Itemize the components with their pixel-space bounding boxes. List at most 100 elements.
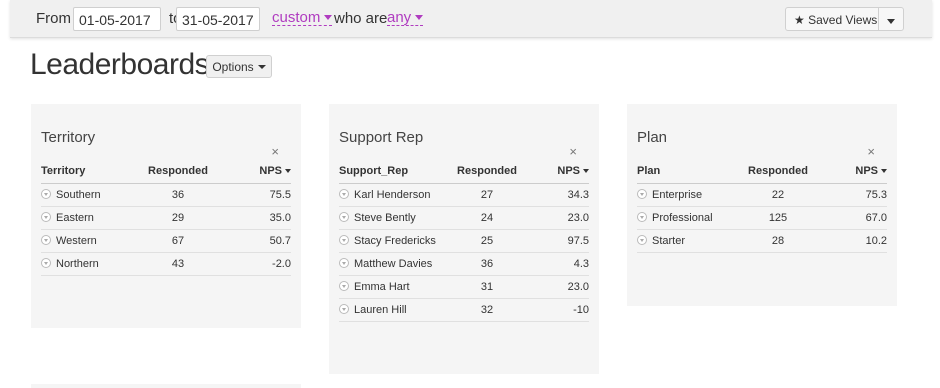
- row-nps: 34.3: [525, 183, 589, 207]
- table-row[interactable]: Karl Henderson 27 34.3: [339, 183, 589, 207]
- who-label: who are: [334, 10, 388, 27]
- row-nps: 23.0: [525, 206, 589, 230]
- column-header-label: NPS: [259, 165, 282, 178]
- panel-title: Plan: [637, 129, 668, 146]
- row-nps: 75.5: [223, 183, 291, 207]
- leaderboard-panel-plan: Plan × Plan Responded NPS Enterprise 22 75…: [627, 104, 897, 306]
- table-row[interactable]: Steve Bently 24 23.0: [339, 206, 589, 230]
- close-icon[interactable]: ×: [569, 144, 577, 159]
- table-row[interactable]: Western 67 50.7: [41, 229, 291, 253]
- row-responded: 36: [449, 252, 525, 276]
- table-row[interactable]: Enterprise 22 75.3: [637, 183, 887, 207]
- expand-icon[interactable]: [41, 211, 51, 222]
- close-icon[interactable]: ×: [271, 144, 279, 159]
- row-nps: 23.0: [525, 275, 589, 299]
- column-header-nps[interactable]: NPS: [525, 160, 589, 184]
- row-nps: 35.0: [223, 206, 291, 230]
- expand-icon[interactable]: [339, 257, 349, 268]
- leaderboard-table: Support_Rep Responded NPS Karl Henderson…: [339, 160, 589, 322]
- chevron-down-icon: [415, 14, 424, 20]
- table-row[interactable]: Lauren Hill 32 -10: [339, 298, 589, 322]
- chevron-down-icon: [257, 64, 266, 69]
- column-header-label: NPS: [855, 165, 878, 178]
- column-header-nps[interactable]: NPS: [223, 160, 291, 184]
- expand-icon[interactable]: [339, 280, 349, 291]
- expand-icon[interactable]: [637, 211, 647, 222]
- from-date-input[interactable]: 01-05-2017: [73, 7, 161, 31]
- row-responded: 36: [133, 183, 223, 207]
- expand-icon[interactable]: [41, 188, 51, 199]
- table-row[interactable]: Eastern 29 35.0: [41, 206, 291, 230]
- column-header[interactable]: Responded: [133, 160, 223, 184]
- star-icon: ★: [794, 13, 805, 27]
- table-row[interactable]: Professional 125 67.0: [637, 206, 887, 230]
- row-name: Southern: [56, 188, 101, 201]
- expand-icon[interactable]: [339, 188, 349, 199]
- row-responded: 67: [133, 229, 223, 253]
- row-responded: 24: [449, 206, 525, 230]
- row-responded: 32: [449, 298, 525, 322]
- panel-title: Support Rep: [339, 129, 424, 146]
- table-row[interactable]: Northern 43 -2.0: [41, 252, 291, 276]
- close-icon[interactable]: ×: [867, 144, 875, 159]
- column-header-label: NPS: [557, 165, 580, 178]
- column-header[interactable]: Responded: [449, 160, 525, 184]
- saved-views-menu-button[interactable]: [878, 7, 904, 31]
- chevron-down-icon: [887, 19, 895, 25]
- row-responded: 25: [449, 229, 525, 253]
- expand-icon[interactable]: [339, 303, 349, 314]
- row-nps: -2.0: [223, 252, 291, 276]
- sort-caret-icon: [583, 169, 589, 174]
- leaderboard-panel-partial: [31, 384, 301, 388]
- range-dropdown-label: custom: [272, 9, 321, 26]
- row-responded: 31: [449, 275, 525, 299]
- column-header-nps[interactable]: NPS: [819, 160, 887, 184]
- expand-icon[interactable]: [41, 234, 51, 245]
- column-header[interactable]: Plan: [637, 160, 737, 184]
- page-title: Leaderboards: [30, 48, 210, 81]
- table-row[interactable]: Southern 36 75.5: [41, 183, 291, 207]
- who-dropdown[interactable]: any: [387, 10, 424, 26]
- options-button[interactable]: Options: [206, 55, 272, 78]
- leaderboard-panel-territory: Territory × Territory Responded NPS Sout…: [31, 104, 301, 328]
- sort-caret-icon: [881, 169, 887, 174]
- sort-caret-icon: [285, 169, 291, 174]
- row-responded: 125: [737, 206, 819, 230]
- row-responded: 28: [737, 229, 819, 253]
- row-responded: 22: [737, 183, 819, 207]
- expand-icon[interactable]: [339, 234, 349, 245]
- row-name: Karl Henderson: [354, 188, 431, 201]
- table-row[interactable]: Starter 28 10.2: [637, 229, 887, 253]
- leaderboard-table: Territory Responded NPS Southern 36 75.5 E…: [41, 160, 291, 276]
- table-row[interactable]: Emma Hart 31 23.0: [339, 275, 589, 299]
- expand-icon[interactable]: [339, 211, 349, 222]
- filter-bar: From 01-05-2017 to 31-05-2017 custom who…: [10, 0, 932, 38]
- column-header[interactable]: Responded: [737, 160, 819, 184]
- row-name: Emma Hart: [354, 280, 410, 293]
- expand-icon[interactable]: [637, 188, 647, 199]
- options-label: Options: [212, 60, 254, 74]
- row-nps: 4.3: [525, 252, 589, 276]
- row-name: Western: [56, 234, 97, 247]
- row-name: Stacy Fredericks: [354, 234, 436, 247]
- table-row[interactable]: Matthew Davies 36 4.3: [339, 252, 589, 276]
- expand-icon[interactable]: [637, 234, 647, 245]
- row-nps: 50.7: [223, 229, 291, 253]
- range-dropdown[interactable]: custom: [272, 9, 333, 26]
- column-header[interactable]: Support_Rep: [339, 160, 449, 184]
- row-nps: 67.0: [819, 206, 887, 230]
- expand-icon[interactable]: [41, 257, 51, 268]
- row-name: Lauren Hill: [354, 303, 407, 316]
- from-label: From: [36, 10, 71, 27]
- row-nps: 75.3: [819, 183, 887, 207]
- row-nps: 97.5: [525, 229, 589, 253]
- table-row[interactable]: Stacy Fredericks 25 97.5: [339, 229, 589, 253]
- row-name: Starter: [652, 234, 686, 247]
- panel-title: Territory: [41, 129, 96, 146]
- column-header[interactable]: Territory: [41, 160, 133, 184]
- to-date-input[interactable]: 31-05-2017: [176, 7, 260, 31]
- row-name: Enterprise: [652, 188, 703, 201]
- row-nps: -10: [525, 298, 589, 322]
- saved-views-button[interactable]: ★ Saved Views: [785, 7, 879, 31]
- row-name: Matthew Davies: [354, 257, 433, 270]
